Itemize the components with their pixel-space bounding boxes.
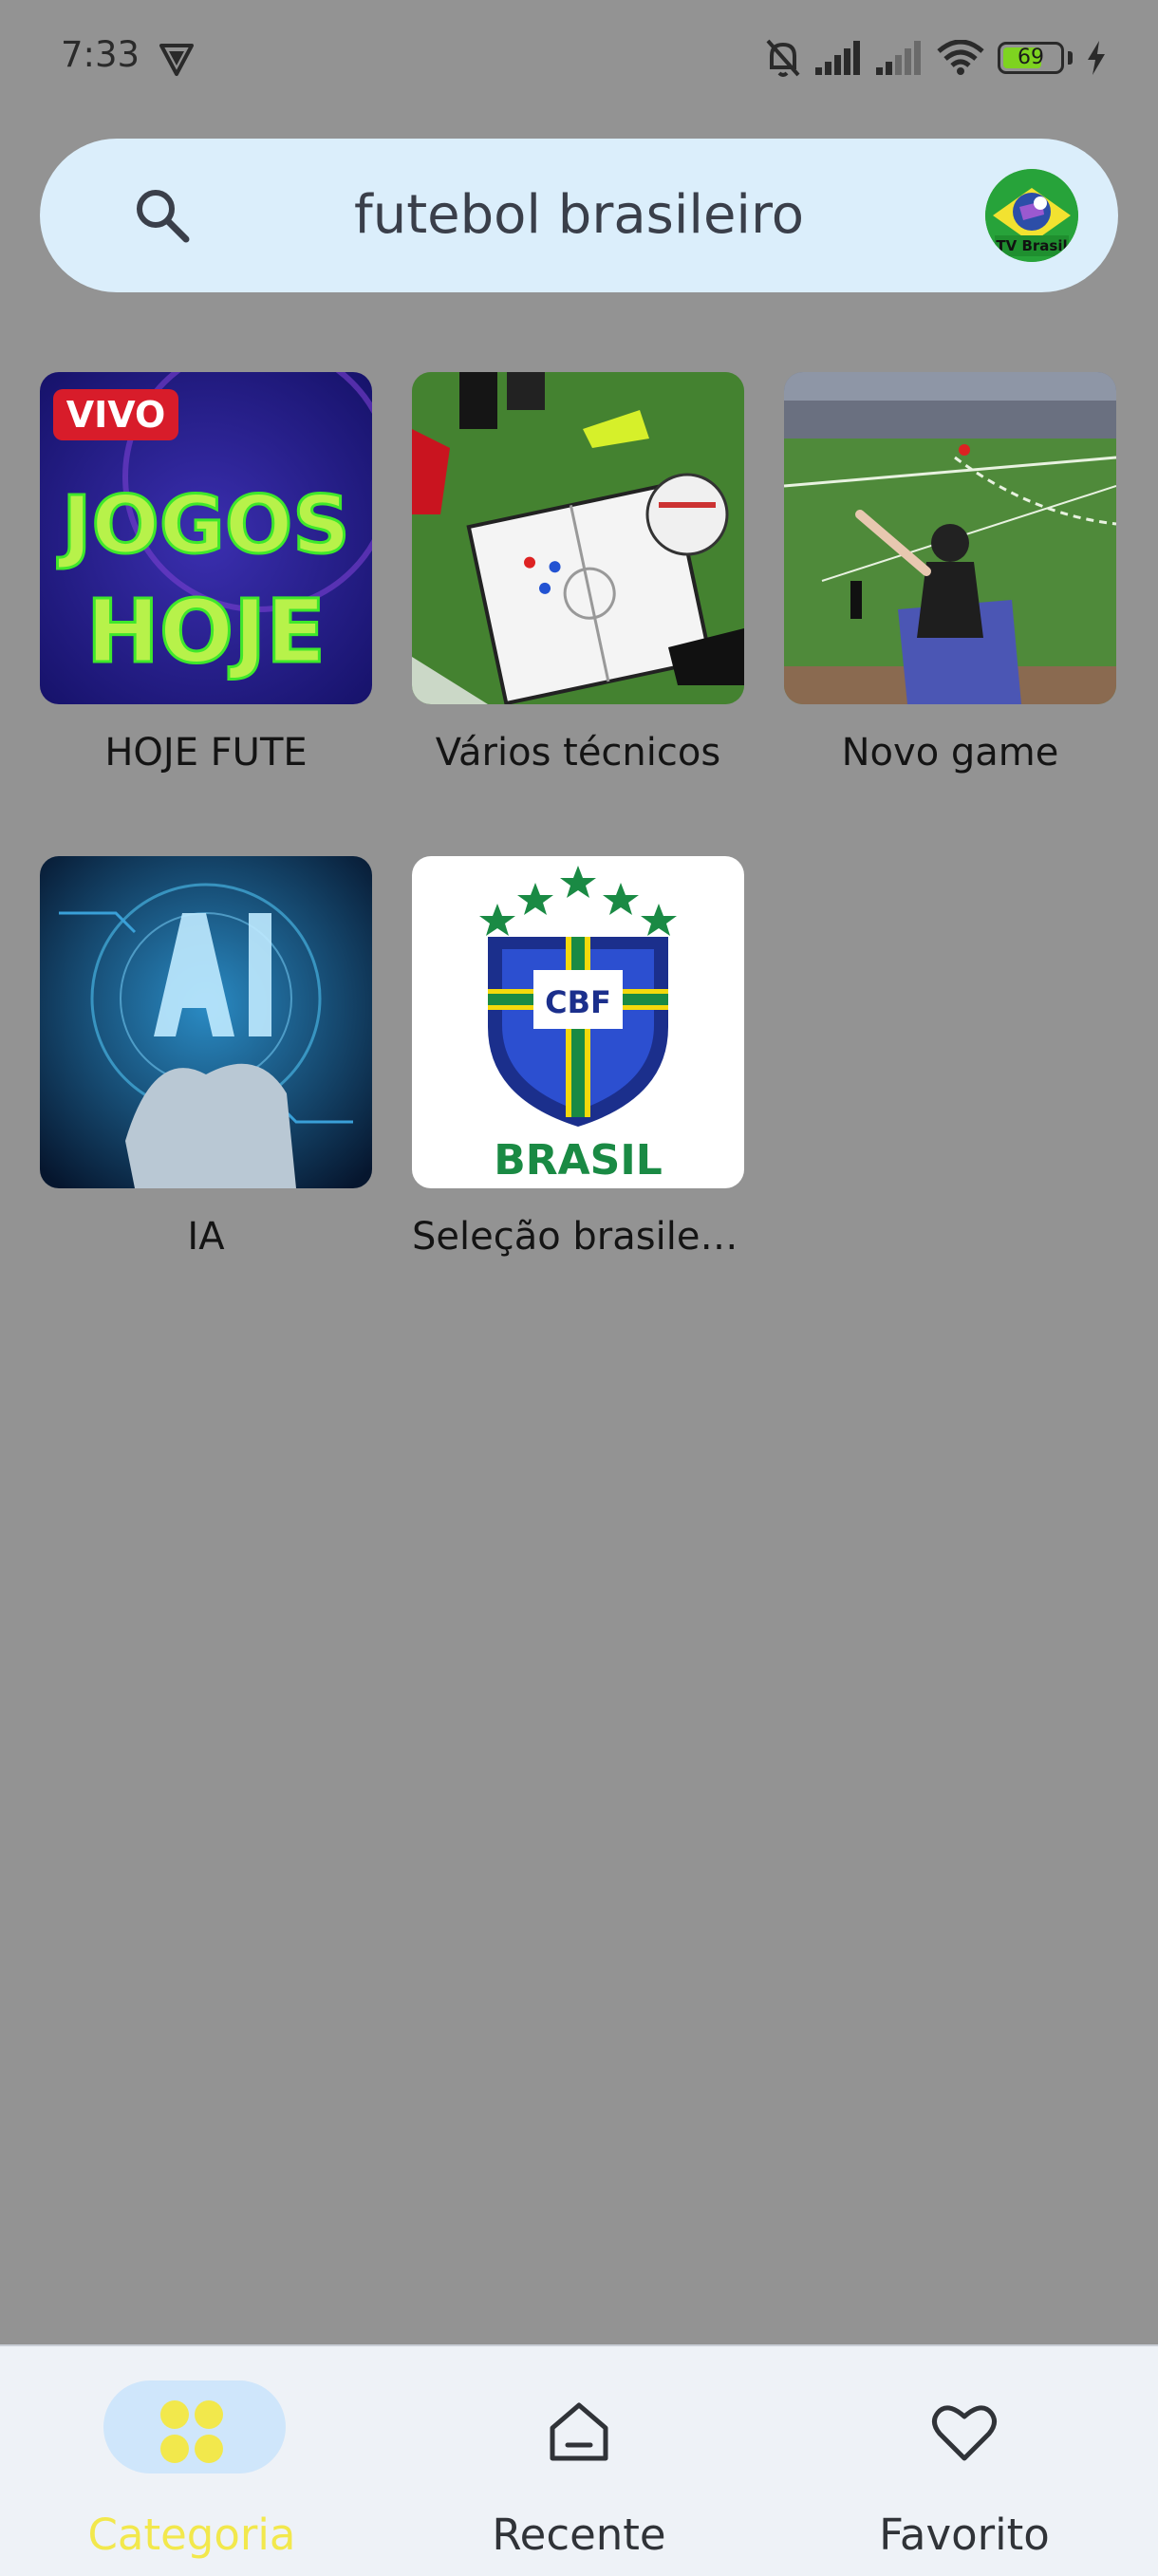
category-label: HOJE FUTE — [104, 731, 308, 775]
status-icons: 69 — [764, 34, 1107, 82]
category-label: Seleção brasileira — [412, 1215, 744, 1259]
charging-icon — [1088, 41, 1105, 75]
category-label: IA — [187, 1215, 225, 1259]
thumb-text-hoje: HOJE — [86, 581, 326, 682]
category-tile-ia[interactable]: IA — [40, 856, 372, 1259]
status-time: 7:33 — [61, 34, 140, 75]
status-bar: 7:33 69 — [0, 0, 1158, 114]
nav-label: Recente — [492, 2510, 666, 2560]
category-tile-hoje-fute[interactable]: VIVO JOGOS HOJE HOJE FUTE — [40, 372, 372, 775]
wifi-icon — [937, 40, 984, 75]
thumb-text-vivo: VIVO — [66, 394, 166, 436]
category-thumbnail[interactable]: VIVO JOGOS HOJE — [40, 372, 372, 704]
battery-tip — [1068, 51, 1073, 65]
category-tile-novo-game[interactable]: Novo game — [784, 372, 1116, 775]
category-thumbnail[interactable] — [40, 856, 372, 1188]
thumb-text-brasil: BRASIL — [494, 1136, 663, 1185]
home-icon — [550, 2402, 608, 2461]
search-icon[interactable] — [131, 184, 194, 247]
thumb-text-cbf: CBF — [545, 984, 611, 1020]
mute-bell-icon — [766, 39, 800, 77]
category-thumbnail[interactable]: CBF BRASIL — [412, 856, 744, 1188]
category-thumbnail[interactable] — [784, 372, 1116, 704]
avatar[interactable]: TV Brasil — [985, 169, 1078, 262]
category-label: Vários técnicos — [435, 731, 721, 775]
signal-icon — [815, 41, 860, 75]
category-label: Novo game — [841, 731, 1059, 775]
nav-item-favorito[interactable]: Favorito — [822, 2346, 1107, 2576]
nav-item-categoria[interactable]: Categoria — [49, 2346, 334, 2576]
category-tile-selecao-brasileira[interactable]: CBF BRASIL Seleção brasileira — [412, 856, 744, 1259]
vpn-icon — [159, 44, 194, 76]
heart-icon — [932, 2405, 997, 2461]
search-input[interactable]: futebol brasileiro — [230, 139, 928, 292]
battery-level: 69 — [1018, 46, 1044, 69]
grid-icon — [160, 2400, 223, 2463]
signal-weak-icon — [876, 41, 921, 75]
battery-icon: 69 — [998, 42, 1064, 74]
nav-label: Favorito — [879, 2510, 1050, 2560]
nav-item-recente[interactable]: Recente — [437, 2346, 721, 2576]
nav-label: Categoria — [87, 2510, 296, 2560]
thumb-text-jogos: JOGOS — [57, 478, 350, 571]
avatar-label: TV Brasil — [996, 237, 1067, 254]
search-bar[interactable]: futebol brasileiro TV Brasil — [40, 139, 1118, 292]
category-tile-varios-tecnicos[interactable]: Vários técnicos — [412, 372, 744, 775]
category-thumbnail[interactable] — [412, 372, 744, 704]
bottom-navigation: Categoria Recente Favorito — [0, 2344, 1158, 2576]
